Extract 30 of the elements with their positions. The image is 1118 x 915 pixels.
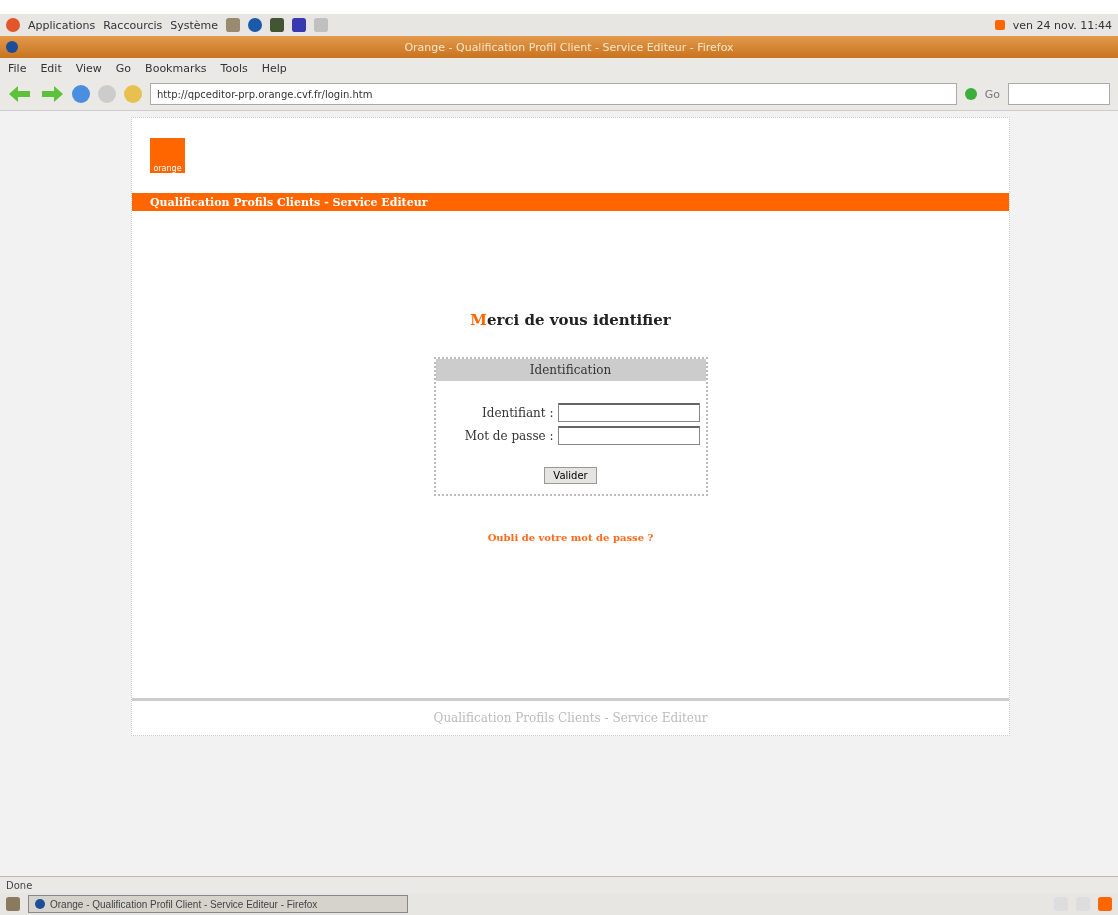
panel-menu[interactable]: Applications [28, 18, 96, 32]
panel-menu[interactable]: Système [170, 18, 219, 32]
address-bar[interactable]: http://qpceditor-prp.orange.cvf.fr/login.htm [150, 83, 957, 105]
page-heading: Merci de vous identifier [470, 311, 671, 329]
clock: ven 24 nov. 11:44 [1012, 18, 1112, 32]
menu-item[interactable]: Go [115, 61, 132, 75]
menu-item[interactable]: Bookmarks [145, 61, 207, 75]
field-label: Mot de passe : [463, 428, 554, 443]
panel-title: Identification [435, 359, 706, 381]
window-title: Orange - Qualification Profil Client - Service Editeur - Firefox [403, 40, 735, 54]
url-text: http://qpceditor-prp.orange.cvf.fr/login.htm [157, 88, 373, 100]
input-field[interactable] [557, 403, 700, 422]
menu-item[interactable]: Edit [40, 61, 62, 75]
go-button[interactable]: Go [984, 87, 1000, 101]
menu-item[interactable]: Help [261, 61, 287, 75]
status-text: Done [0, 876, 1118, 893]
input-field[interactable] [557, 426, 700, 445]
taskbar-button[interactable]: Orange - Qualification Profil Client - Service Editeur - Firefox [28, 895, 408, 913]
menu-item[interactable]: File [8, 61, 27, 75]
menu-item[interactable]: View [75, 61, 102, 75]
menu-item[interactable]: Tools [220, 61, 248, 75]
brand-logo: orange [150, 138, 185, 173]
footer-text: Qualification Profils Clients - Service Editeur [132, 698, 1009, 735]
panel-menu[interactable]: Raccourcis [103, 18, 163, 32]
field-label: Identifiant : [481, 405, 554, 420]
forward-icon[interactable] [40, 85, 64, 103]
search-field[interactable] [1008, 83, 1110, 105]
banner-title: Qualification Profils Clients - Service Editeur [132, 193, 1009, 211]
submit-button[interactable]: Valider [544, 467, 597, 484]
back-icon[interactable] [8, 85, 32, 103]
